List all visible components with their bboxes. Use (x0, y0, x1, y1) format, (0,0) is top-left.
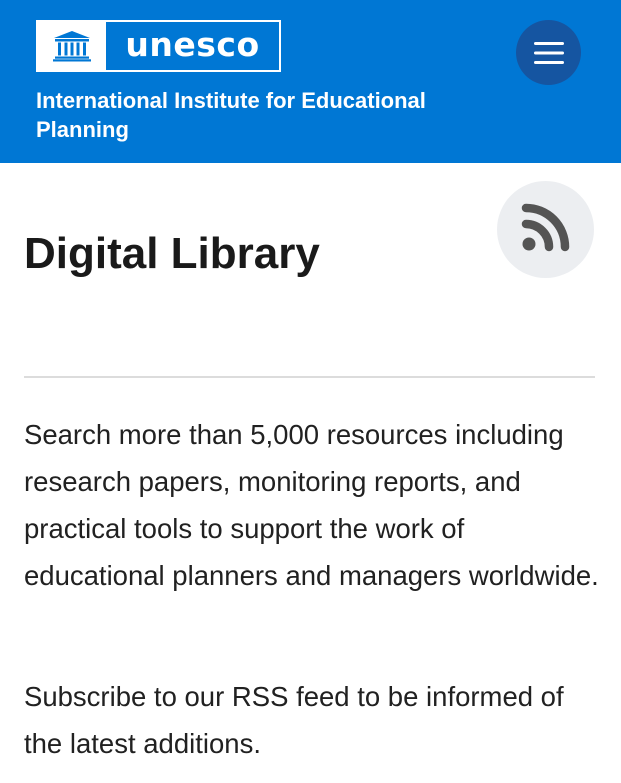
rss-feed-button[interactable] (497, 181, 594, 278)
site-header: unesco International Institute for Educa… (0, 0, 621, 163)
hamburger-menu-icon (516, 41, 581, 64)
menu-button[interactable] (516, 20, 581, 85)
rss-feed-icon (521, 202, 571, 257)
page-title: Digital Library (24, 229, 320, 278)
institute-name[interactable]: International Institute for Educational … (36, 86, 506, 144)
page: unesco International Institute for Educa… (0, 0, 621, 783)
subscribe-text: Subscribe to our RSS feed to be informed… (24, 681, 564, 759)
intro-text: Search more than 5,000 resources includi… (24, 419, 599, 591)
divider (24, 376, 595, 378)
unesco-logo-link[interactable]: unesco (36, 20, 281, 72)
unesco-wordmark: unesco (125, 24, 260, 64)
unesco-temple-icon (38, 22, 106, 70)
